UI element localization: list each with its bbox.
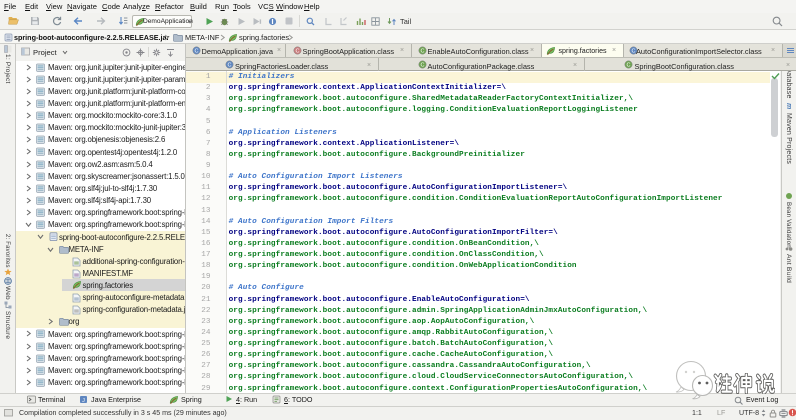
svg-text:C: C	[631, 49, 635, 55]
svg-text:C: C	[420, 49, 424, 55]
svg-text:C: C	[227, 63, 231, 69]
svg-text:C: C	[194, 49, 198, 55]
svg-text:C: C	[626, 63, 630, 69]
svg-text:J: J	[82, 398, 85, 404]
svg-text:C: C	[420, 63, 424, 69]
svg-text:C: C	[295, 49, 299, 55]
